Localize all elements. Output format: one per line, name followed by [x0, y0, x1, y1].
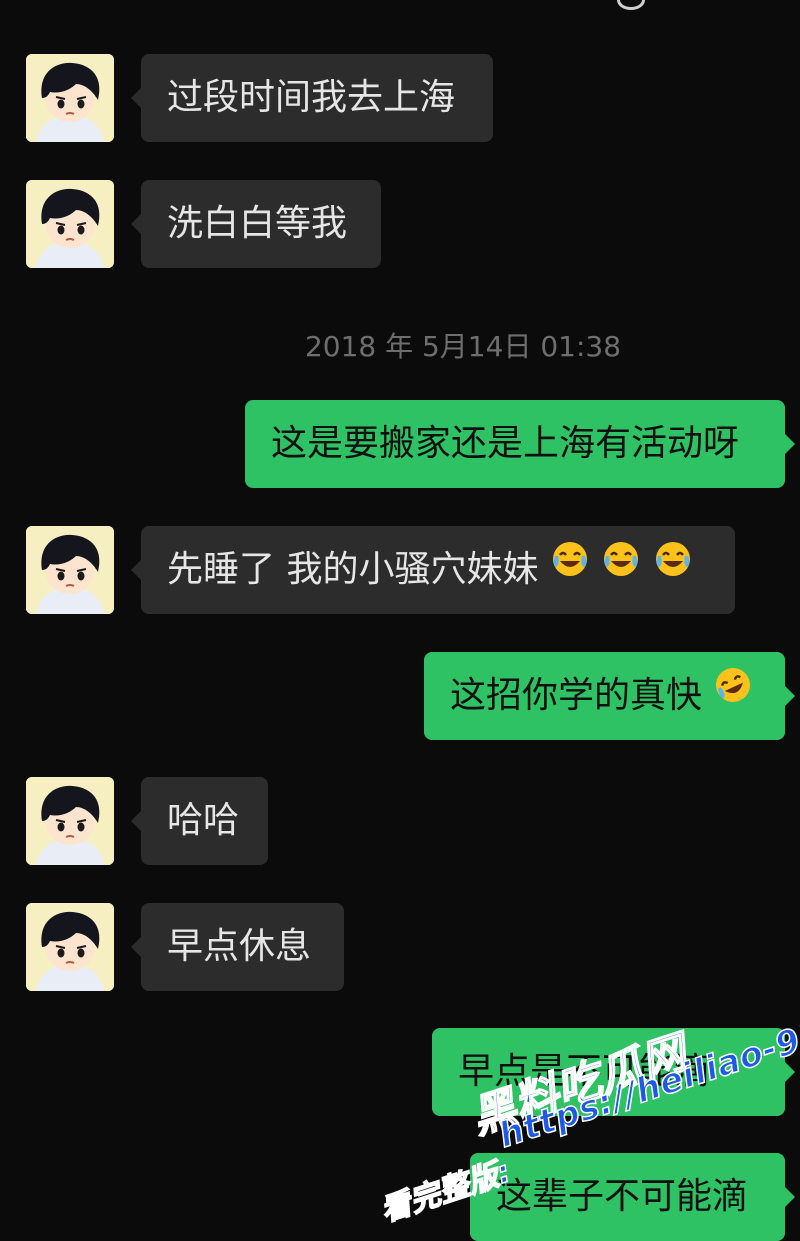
message-text: 哈哈	[167, 800, 240, 841]
message-text: 先睡了 我的小骚穴妹妹	[167, 549, 539, 590]
message-bubble[interactable]: 这辈子不可能滴	[470, 1153, 795, 1241]
message-text: 这是要搬家还是上海有活动呀	[271, 423, 740, 464]
cartoon-boy-avatar-icon	[26, 903, 114, 991]
message-text: 这辈子不可能滴	[496, 1176, 749, 1217]
message-bubble[interactable]: 这招你学的真快	[424, 650, 795, 740]
message-bubble[interactable]: 早点休息	[131, 903, 344, 991]
tears-of-joy-emoji-icon	[550, 524, 590, 612]
chat-window[interactable]: 过段时间我去上海 洗白白等我 2018 年 5月14日 01:38 这是要搬家还…	[0, 0, 800, 1241]
avatar[interactable]	[26, 526, 114, 614]
status-icon	[617, 0, 645, 10]
message-bubble[interactable]: 这是要搬家还是上海有活动呀	[245, 400, 795, 488]
tears-of-joy-emoji-icon	[653, 524, 693, 612]
tears-of-joy-emoji-icon	[601, 524, 641, 612]
message-text: 过段时间我去上海	[167, 77, 456, 118]
message-text: 洗白白等我	[167, 203, 348, 244]
avatar[interactable]	[26, 180, 114, 268]
cartoon-boy-avatar-icon	[26, 777, 114, 865]
avatar[interactable]	[26, 54, 114, 142]
chat-timestamp: 2018 年 5月14日 01:38	[304, 330, 622, 363]
message-text: 早点休息	[167, 926, 312, 967]
message-text: 这招你学的真快	[450, 675, 703, 716]
cartoon-boy-avatar-icon	[26, 526, 114, 614]
cartoon-boy-avatar-icon	[26, 180, 114, 268]
message-bubble[interactable]: 哈哈	[131, 777, 268, 865]
message-bubble[interactable]: 洗白白等我	[131, 180, 381, 268]
rolling-laughing-emoji-icon	[713, 650, 753, 738]
message-bubble[interactable]: 过段时间我去上海	[131, 54, 493, 142]
avatar[interactable]	[26, 777, 114, 865]
message-bubble[interactable]: 先睡了 我的小骚穴妹妹	[131, 524, 735, 614]
cartoon-boy-avatar-icon	[26, 54, 114, 142]
avatar[interactable]	[26, 903, 114, 991]
